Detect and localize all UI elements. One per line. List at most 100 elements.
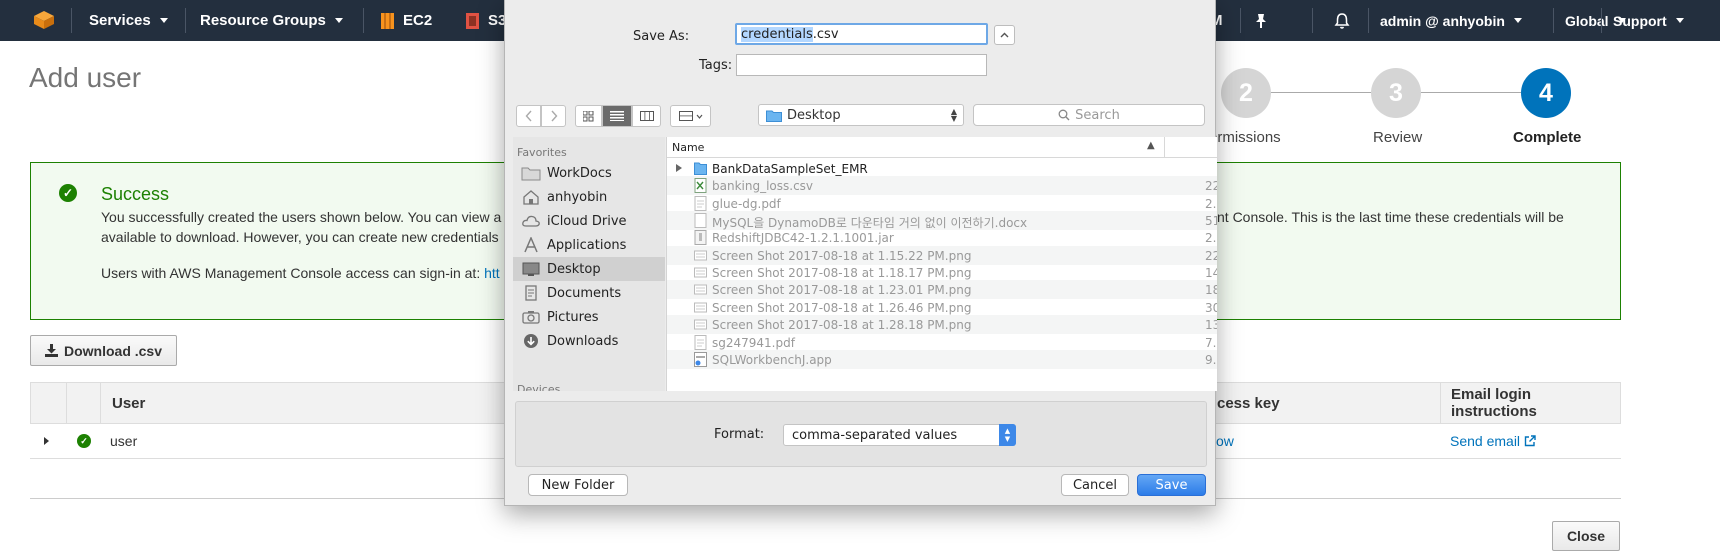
list-item[interactable]: glue-dg.pdf 2.3: [667, 194, 1217, 213]
check-circle-icon: ✓: [77, 434, 91, 448]
folder-icon: [694, 162, 707, 175]
download-csv-button[interactable]: Download .csv: [30, 335, 177, 366]
sidebar-item-label: Pictures: [547, 309, 599, 325]
list-item[interactable]: Screen Shot 2017-08-18 at 1.28.18 PM.png…: [667, 315, 1217, 335]
back-button[interactable]: [516, 105, 541, 127]
nav-divider: [1601, 8, 1602, 33]
filename-input[interactable]: credentials.csv: [735, 23, 988, 45]
external-link-icon: [1524, 435, 1536, 447]
show-secret-link[interactable]: ow: [1216, 433, 1234, 449]
camera-icon: [522, 311, 540, 324]
success-line-1: You successfully created the users shown…: [101, 209, 502, 225]
column-header-email[interactable]: Email login instructions: [1451, 383, 1620, 423]
column-header-user[interactable]: User: [112, 383, 145, 423]
aws-cube-icon[interactable]: [33, 10, 55, 30]
sidebar-item-workdocs[interactable]: WorkDocs: [513, 161, 665, 185]
favorites-heading: Favorites: [517, 146, 567, 159]
signin-url-link[interactable]: htt: [484, 265, 500, 281]
account-menu[interactable]: admin @ anhyobin: [1380, 0, 1522, 41]
search-input[interactable]: Search: [973, 104, 1205, 126]
column-header-name[interactable]: Name: [672, 141, 704, 154]
save-button[interactable]: Save: [1137, 474, 1206, 496]
file-name: Screen Shot 2017-08-18 at 1.26.46 PM.png: [712, 300, 972, 315]
file-size: 2.3: [1205, 231, 1217, 246]
column-view-button[interactable]: [632, 105, 661, 127]
file-size: 130: [1205, 318, 1217, 333]
file-name: RedshiftJDBC42-1.2.1.1001.jar: [712, 231, 894, 246]
new-folder-button[interactable]: New Folder: [528, 474, 628, 496]
file-name: sg247941.pdf: [712, 335, 795, 350]
list-item[interactable]: BankDataSampleSet_EMR: [667, 159, 1217, 178]
file-name: BankDataSampleSet_EMR: [712, 162, 868, 176]
chevron-down-icon: [1675, 18, 1684, 23]
list-item[interactable]: RedshiftJDBC42-1.2.1.1001.jar 2.3: [667, 228, 1217, 247]
grid-view-icon: [583, 110, 594, 121]
location-select[interactable]: Desktop ▲ ▼: [758, 104, 964, 126]
pdf-icon: [694, 334, 707, 350]
list-item[interactable]: Screen Shot 2017-08-18 at 1.26.46 PM.png…: [667, 298, 1217, 317]
list-item[interactable]: Screen Shot 2017-08-18 at 1.15.22 PM.png…: [667, 245, 1217, 265]
step-connector: [1421, 92, 1521, 93]
nav-divider: [363, 8, 364, 33]
sidebar-item-documents[interactable]: Documents: [513, 281, 665, 305]
column-divider: [1440, 383, 1441, 423]
sidebar-item-label: Downloads: [547, 333, 619, 349]
arrange-button[interactable]: [670, 105, 711, 127]
list-item[interactable]: MySQL을 DynamoDB로 다운타임 거의 없이 이전하기.docx518: [667, 211, 1217, 231]
collapse-button[interactable]: [994, 25, 1015, 45]
sidebar-item-desktop[interactable]: Desktop: [513, 257, 665, 281]
devices-heading: Devices: [517, 383, 561, 391]
forward-button[interactable]: [541, 105, 566, 127]
success-line-1-right: nt Console. This is the last time these …: [1217, 209, 1564, 225]
file-size: 303: [1205, 300, 1217, 315]
desktop-icon: [522, 262, 540, 276]
sidebar-item-pictures[interactable]: Pictures: [513, 305, 665, 329]
chevron-right-icon: [550, 110, 557, 122]
step-4-label: Complete: [1513, 129, 1582, 146]
ec2-label: EC2: [403, 12, 433, 29]
file-name: Screen Shot 2017-08-18 at 1.28.18 PM.png: [712, 318, 972, 333]
cancel-button[interactable]: Cancel: [1061, 474, 1129, 496]
icon-view-button[interactable]: [575, 105, 602, 127]
list-item[interactable]: Screen Shot 2017-08-18 at 1.18.17 PM.png…: [667, 263, 1217, 282]
file-size: 221: [1205, 248, 1217, 263]
image-icon: [694, 302, 707, 313]
list-item[interactable]: Screen Shot 2017-08-18 at 1.23.01 PM.png…: [667, 280, 1217, 300]
disclosure-triangle-icon[interactable]: [676, 164, 682, 172]
list-item[interactable]: banking_loss.csv 226: [667, 176, 1217, 196]
success-title: Success: [101, 184, 170, 204]
sort-ascending-icon: ▲: [1147, 140, 1155, 151]
pin-button[interactable]: [1254, 0, 1268, 41]
pdf-icon: [694, 195, 707, 211]
sidebar-item-label: Desktop: [547, 261, 601, 277]
sidebar-item-anhyobin[interactable]: anhyobin: [513, 185, 665, 209]
resource-groups-menu[interactable]: Resource Groups: [200, 0, 343, 41]
services-menu[interactable]: Services: [89, 0, 168, 41]
file-size: 142: [1205, 266, 1217, 281]
chevron-down-icon: [159, 18, 168, 23]
file-list-header: Name ▲: [667, 137, 1217, 158]
tags-input[interactable]: [736, 54, 987, 76]
support-menu[interactable]: Support: [1613, 0, 1684, 41]
close-button[interactable]: Close: [1552, 521, 1620, 551]
nav-divider: [1240, 8, 1241, 33]
expand-caret-icon[interactable]: [44, 437, 49, 445]
sidebar-item-icloud-drive[interactable]: iCloud Drive: [513, 209, 665, 233]
file-name: Screen Shot 2017-08-18 at 1.18.17 PM.png: [712, 266, 972, 281]
spreadsheet-icon: [694, 178, 707, 194]
list-item[interactable]: SQLWorkbenchJ.app 9.4: [667, 349, 1217, 369]
sidebar-item-applications[interactable]: Applications: [513, 233, 665, 257]
notifications-button[interactable]: [1334, 0, 1350, 41]
search-placeholder: Search: [1075, 107, 1120, 123]
s3-shortcut[interactable]: S3: [465, 0, 506, 41]
chevron-down-icon: [1513, 18, 1522, 23]
list-view-button[interactable]: [602, 105, 632, 127]
send-email-link[interactable]: Send email: [1450, 433, 1536, 449]
format-select[interactable]: comma-separated values ▲ ▼: [783, 424, 1016, 446]
folder-icon: [521, 167, 541, 181]
download-csv-label: Download .csv: [63, 342, 163, 359]
list-item[interactable]: sg247941.pdf 7.4: [667, 333, 1217, 352]
column-header-access-key[interactable]: cess key: [1217, 383, 1280, 423]
sidebar-item-downloads[interactable]: Downloads: [513, 329, 665, 353]
ec2-shortcut[interactable]: EC2: [380, 0, 432, 41]
